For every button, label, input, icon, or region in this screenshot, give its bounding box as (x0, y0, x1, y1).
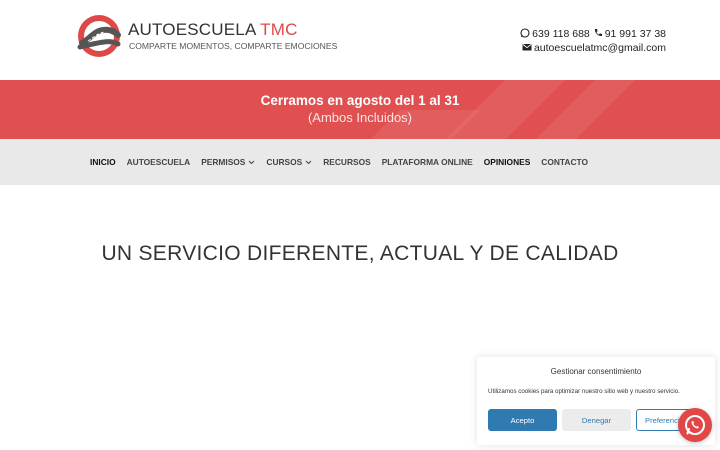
nav-item-autoescuela[interactable]: AUTOESCUELA (127, 157, 191, 167)
brand-main: AUTOESCUELA (128, 20, 261, 39)
nav-item-opiniones[interactable]: OPINIONES (484, 157, 531, 167)
chevron-down-icon (305, 160, 312, 164)
main-nav: INICIO AUTOESCUELA PERMISOS CURSOS RECUR… (0, 139, 720, 185)
whatsapp-chat-button[interactable] (678, 408, 712, 442)
tagline: COMPARTE MOMENTOS, COMPARTE EMOCIONES (129, 41, 338, 51)
contact-info: 639 118 688 91 991 37 38 autoescuelatmc@… (520, 27, 666, 55)
phone-icon (594, 29, 602, 37)
brand-name[interactable]: AUTOESCUELA TMC (128, 20, 298, 40)
accept-cookies-button[interactable]: Acepto (488, 409, 557, 431)
nav-item-inicio[interactable]: INICIO (90, 157, 116, 167)
email-link[interactable]: autoescuelatmc@gmail.com (534, 42, 666, 54)
whatsapp-icon (520, 28, 530, 38)
nav-item-recursos[interactable]: RECURSOS (323, 157, 370, 167)
nav-label: INICIO (90, 157, 116, 167)
main-headline: UN SERVICIO DIFERENTE, ACTUAL Y DE CALID… (101, 242, 619, 265)
nav-label: PLATAFORMA ONLINE (381, 157, 473, 167)
brand-accent: TMC (260, 20, 298, 39)
envelope-icon (522, 44, 532, 51)
nav-label: PERMISOS (201, 157, 246, 167)
cookie-title: Gestionar consentimiento (550, 367, 642, 376)
site-header: AUTOESCUELA TMC COMPARTE MOMENTOS, COMPA… (0, 0, 720, 80)
nav-label: CONTACTO (541, 157, 588, 167)
cookie-text: Utilizamos cookies para optimizar nuestr… (488, 388, 680, 395)
nav-label: OPINIONES (483, 157, 531, 167)
chevron-down-icon (249, 160, 255, 164)
logo-icon[interactable] (76, 13, 122, 59)
announcement-banner: Cerramos en agosto del 1 al 31 (Ambos In… (0, 80, 720, 139)
nav-label: AUTOESCUELA (126, 157, 191, 167)
nav-label: CURSOS (266, 157, 303, 167)
nav-item-cursos[interactable]: CURSOS (266, 157, 312, 167)
whatsapp-icon (685, 415, 705, 435)
nav-item-plataforma-online[interactable]: PLATAFORMA ONLINE (382, 157, 473, 167)
banner-subtitle: (Ambos Incluidos) (307, 110, 413, 125)
nav-label: RECURSOS (323, 157, 371, 167)
nav-item-permisos[interactable]: PERMISOS (201, 157, 255, 167)
phone-mobile[interactable]: 639 118 688 (532, 28, 590, 40)
phone-landline[interactable]: 91 991 37 38 (605, 28, 666, 40)
banner-title: Cerramos en agosto del 1 al 31 (260, 93, 460, 108)
nav-item-contacto[interactable]: CONTACTO (541, 157, 588, 167)
deny-cookies-button[interactable]: Denegar (562, 409, 631, 431)
